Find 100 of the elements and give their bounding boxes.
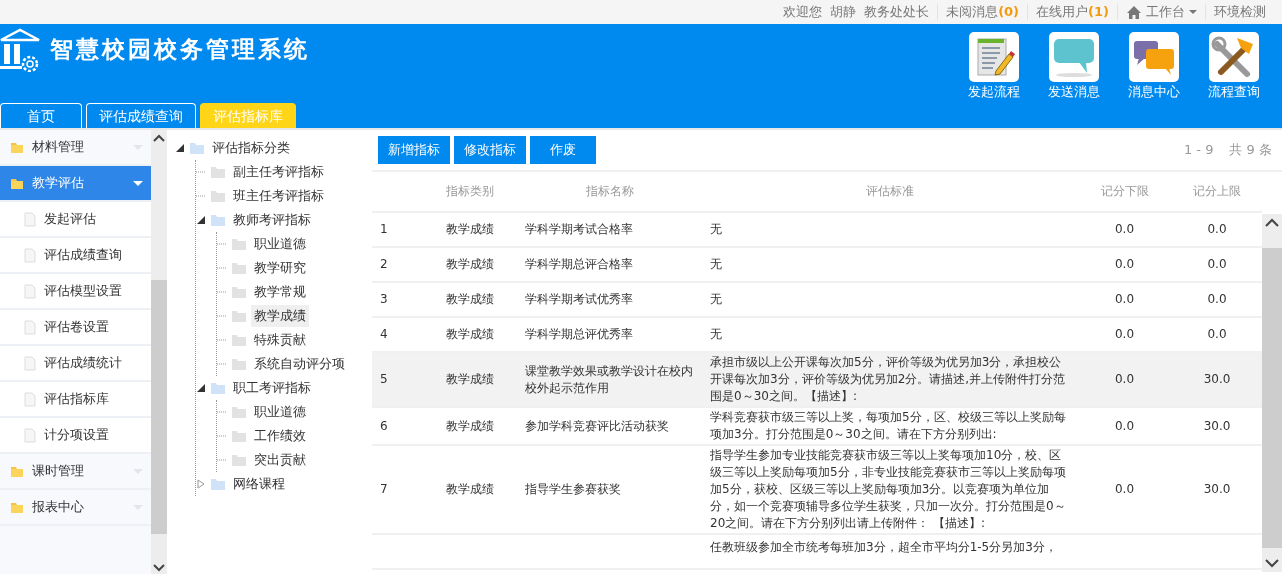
quick-action-button[interactable]: 发起流程 xyxy=(954,32,1034,103)
welcome-text: 欢迎您 xyxy=(783,3,823,22)
table-cell: 0.0 xyxy=(1114,418,1135,433)
table-cell: 30.0 xyxy=(1203,372,1231,386)
table-cell: 1 xyxy=(380,222,388,236)
table-cell: 0.0 xyxy=(1207,222,1227,236)
table-row[interactable]: 2 教学成绩 学科学期总评合格率 无 0.0 0.0 xyxy=(372,247,1262,282)
column-header: 指标类别 xyxy=(422,172,517,212)
folder-icon xyxy=(231,333,247,347)
toolbar-button[interactable]: 作废 xyxy=(530,136,596,164)
tree-node[interactable]: 教学常规 xyxy=(251,281,309,303)
table-cell: 0.0 xyxy=(1114,372,1135,386)
table-row[interactable]: 任教班级参加全市统考每班加3分，超全市平均分1-5分另加3分， xyxy=(372,534,1262,569)
tree-node[interactable]: 网络课程 xyxy=(230,473,288,495)
folder-icon xyxy=(231,429,247,443)
folder-icon xyxy=(231,261,247,275)
table-row[interactable]: 7 教学成绩 指导学生参赛获奖 指导学生参加专业技能竞赛获市级三等以上奖每项加10分，校、区级三等以上奖励每项加5分，非专业技能竞赛获市三等以上奖励每项加5分，获校、区级三等以上奖励每项加3分。以竞赛项为单位加分，如一个竞赛项辅导多位学生获奖，只加一次分。打分范围是0～20之间。请在下方分别列出请上传附件： 【描述】: 0.0 30.0 xyxy=(372,445,1262,534)
tree-node[interactable]: 职业道德 xyxy=(251,401,309,423)
tree-node[interactable]: 评估指标分类 xyxy=(209,137,293,159)
table-row[interactable]: 1 教学成绩 学科学期考试合格率 无 0.0 0.0 xyxy=(372,212,1262,247)
table-cell: 教学成绩 xyxy=(445,482,494,496)
table-cell: 教学成绩 xyxy=(445,292,494,306)
tree-node[interactable]: 教师考评指标 xyxy=(230,209,314,231)
folder-icon xyxy=(10,464,24,478)
workbench-menu[interactable]: 工作台 xyxy=(1126,2,1197,22)
sidebar-submenu-item[interactable]: 评估模型设置 xyxy=(0,274,151,310)
scroll-down-icon[interactable] xyxy=(153,564,165,572)
sidebar-submenu-item[interactable]: 评估成绩统计 xyxy=(0,346,151,382)
sidebar-submenu-item[interactable]: 评估卷设置 xyxy=(0,310,151,346)
quick-action-button[interactable]: 消息中心 xyxy=(1114,32,1194,103)
tree-node[interactable]: 教学研究 xyxy=(251,257,309,279)
table-cell: 学科学期考试优秀率 xyxy=(525,292,633,306)
sidebar-menu-item[interactable]: 教学评估 xyxy=(0,166,151,202)
folder-icon xyxy=(231,453,247,467)
scrollbar[interactable] xyxy=(151,130,167,574)
tree-node[interactable]: 副主任考评指标 xyxy=(230,161,327,183)
column-header: 指标名称 xyxy=(517,172,702,212)
user-role: 教务处处长 xyxy=(864,3,930,22)
sidebar-submenu-item[interactable]: 评估指标库 xyxy=(0,382,151,418)
scroll-up-icon[interactable] xyxy=(153,134,165,142)
table-row[interactable]: 6 教学成绩 参加学科竞赛评比活动获奖 学科竞赛获市级三等以上奖，每项加5分，区、校级三等以上奖励每项加3分。打分范围是0～30之间。请在下方分别列出: 0.0 30.0 xyxy=(372,407,1262,445)
page-icon xyxy=(24,355,36,371)
column-header: 评估标准 xyxy=(702,172,1077,212)
sidebar-submenu-item[interactable]: 发起评估 xyxy=(0,202,151,238)
folder-icon xyxy=(210,477,226,491)
folder-icon xyxy=(231,357,247,371)
quick-action-button[interactable]: 发送消息 xyxy=(1034,32,1114,103)
sidebar-submenu-item[interactable]: 计分项设置 xyxy=(0,418,151,454)
table-cell: 教学成绩 xyxy=(445,372,494,386)
logo-icon xyxy=(0,28,42,72)
table-cell: 3 xyxy=(380,292,388,306)
page-icon xyxy=(24,427,36,443)
tree-node[interactable]: 突出贡献 xyxy=(251,449,309,471)
table-row[interactable]: 3 教学成绩 学科学期考试优秀率 无 0.0 0.0 xyxy=(372,282,1262,317)
pagination-range: 1 - 9 xyxy=(1183,141,1214,160)
tree-node[interactable]: 班主任考评指标 xyxy=(230,185,327,207)
table-row[interactable]: 5 教学成绩 课堂教学效果或教学设计在校内校外起示范作用 承担市级以上公开课每次加5分，评价等级为优另加3分，承担校公开课每次加3分，评价等级为优另加2分。请描述,并上传附件打分范围是0～30之间。【描述】: 0.0 30.0 xyxy=(372,352,1262,407)
tree-node[interactable]: 教学成绩 xyxy=(251,305,309,327)
folder-icon xyxy=(231,309,247,323)
table-cell: 0.0 xyxy=(1114,222,1135,236)
table-cell: 0.0 xyxy=(1207,292,1227,306)
page-icon xyxy=(24,391,36,407)
table-cell: 学科学期总评优秀率 xyxy=(525,327,633,341)
scrollbar[interactable] xyxy=(1262,214,1282,572)
table-cell: 指导学生参赛获奖 xyxy=(525,482,621,496)
folder-icon xyxy=(231,237,247,251)
table-cell: 0.0 xyxy=(1114,292,1135,306)
table-cell: 2 xyxy=(380,257,388,271)
folder-icon xyxy=(210,213,226,227)
table-cell: 指导学生参加专业技能竞赛获市级三等以上奖每项加10分，校、区级三等以上奖励每项加5分，非专业技能竞赛获市三等以上奖励每项加5分，获校、区级三等以上奖励每项加3分。以竞赛项为单位加分，如一个竞赛项辅导多位学生获奖，只加一次分。打分范围是0～20之间。请在下方分别列出请上传附件： 【描述】: xyxy=(710,448,1066,530)
folder-icon xyxy=(10,500,24,514)
table-cell: 教学成绩 xyxy=(445,418,494,433)
tree-node[interactable]: 特殊贡献 xyxy=(251,329,309,351)
table-cell: 0.0 xyxy=(1207,257,1227,271)
table-cell: 学科学期考试合格率 xyxy=(525,222,633,236)
sidebar-submenu-item[interactable]: 评估成绩查询 xyxy=(0,238,151,274)
unread-messages-link[interactable]: 未阅消息(0) xyxy=(946,2,1020,22)
scroll-up-icon[interactable] xyxy=(1265,218,1279,227)
nav-tab[interactable]: 评估成绩查询 xyxy=(86,103,196,128)
scroll-down-icon[interactable] xyxy=(1265,559,1279,568)
table-cell: 0.0 xyxy=(1207,327,1227,341)
folder-icon xyxy=(10,176,24,190)
tree-node[interactable]: 系统自动评分项 xyxy=(251,353,348,375)
env-check-link[interactable]: 环境检测 xyxy=(1214,2,1266,22)
tree-node[interactable]: 职业道德 xyxy=(251,233,309,255)
quick-action-button[interactable]: 流程查询 xyxy=(1194,32,1274,103)
toolbar-button[interactable]: 新增指标 xyxy=(378,136,450,164)
table-cell: 无 xyxy=(710,292,722,306)
tree-node[interactable]: 工作绩效 xyxy=(251,425,309,447)
nav-tab[interactable]: 首页 xyxy=(0,103,82,128)
page-icon xyxy=(24,283,36,299)
folder-icon xyxy=(231,405,247,419)
table-cell: 参加学科竞赛评比活动获奖 xyxy=(525,418,669,433)
table-cell: 学科竞赛获市级三等以上奖，每项加5分，区、校级三等以上奖励每项加3分。打分范围是0～30之间。请在下方分别列出: xyxy=(710,410,1066,441)
toolbar-button[interactable]: 修改指标 xyxy=(454,136,526,164)
table-cell: 4 xyxy=(380,327,388,341)
online-users-link[interactable]: 在线用户(1) xyxy=(1036,2,1109,22)
table-cell: 承担市级以上公开课每次加5分，评价等级为优另加3分，承担校公开课每次加3分，评价等级为优另加2分。请描述,并上传附件打分范围是0～30之间。【描述】: xyxy=(710,355,1066,403)
tree-node[interactable]: 职工考评指标 xyxy=(230,377,314,399)
user-name: 胡静 xyxy=(830,3,857,22)
